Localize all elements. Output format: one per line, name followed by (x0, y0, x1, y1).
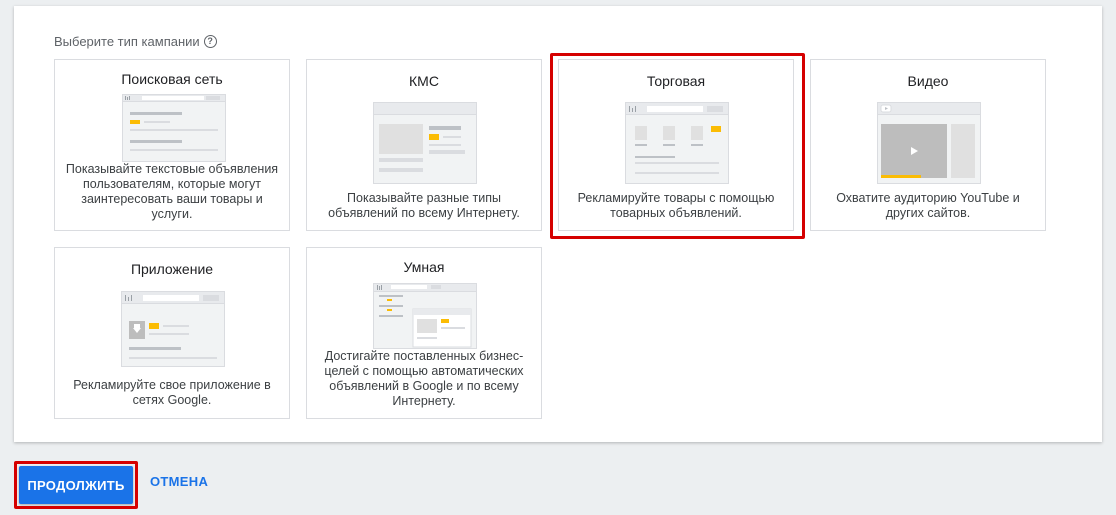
card-description: Охватите аудиторию YouTube и других сайт… (836, 191, 1020, 220)
video-illustration-icon (877, 102, 981, 184)
card-description: Показывайте текстовые объявления пользов… (65, 162, 279, 221)
card-title: Торговая (646, 73, 706, 89)
campaign-card-app[interactable]: Приложение Рекламируйте свое приложение … (54, 247, 290, 419)
cancel-button[interactable]: ОТМЕНА (150, 474, 208, 489)
card-title: КМС (409, 73, 439, 89)
campaign-type-prompt: Выберите тип кампании ? (54, 34, 217, 49)
campaign-card-shopping[interactable]: Торговая Рекламируйте товары с помощью т… (558, 59, 794, 231)
help-icon[interactable]: ? (203, 35, 217, 48)
campaign-card-video[interactable]: Видео Охватите аудиторию YouTube и други… (810, 59, 1046, 231)
shopping-illustration-icon (625, 102, 729, 184)
card-title: Видео (907, 73, 949, 89)
card-description: Достигайте поставленных бизнес-целей с п… (324, 349, 524, 408)
app-illustration-icon (121, 291, 225, 367)
continue-button[interactable]: ПРОДОЛЖИТЬ (19, 466, 133, 504)
card-title: Приложение (130, 261, 214, 277)
card-title: Умная (403, 259, 445, 275)
smart-illustration-icon (373, 283, 477, 349)
search-network-illustration-icon (122, 94, 226, 162)
card-description: Рекламируйте свое приложение в сетях Goo… (73, 378, 271, 407)
campaign-card-search[interactable]: Поисковая сеть Показывайте текстовые объ… (54, 59, 290, 231)
card-description: Показывайте разные типы объявлений по вс… (328, 191, 520, 220)
prompt-label: Выберите тип кампании (54, 34, 200, 49)
campaign-card-smart[interactable]: Умная Достигайте поставленных бизнес-цел… (306, 247, 542, 419)
campaign-card-display[interactable]: КМС Показывайте разные типы объявлений п… (306, 59, 542, 231)
card-title: Поисковая сеть (121, 71, 223, 87)
card-description: Рекламируйте товары с помощью товарных о… (577, 191, 775, 220)
display-network-illustration-icon (373, 102, 477, 184)
